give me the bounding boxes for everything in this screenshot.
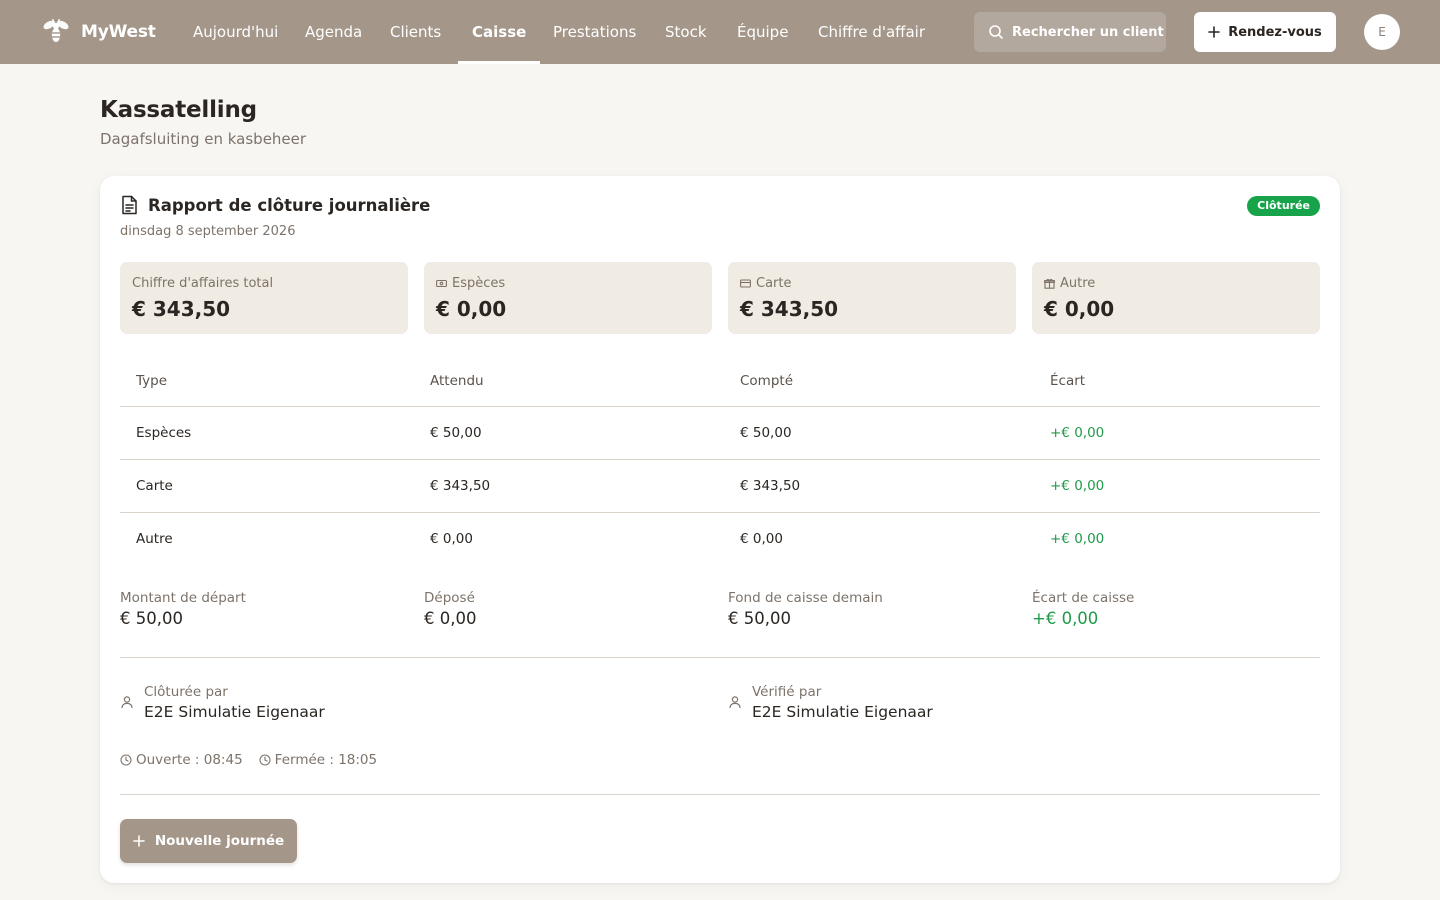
page-subtitle: Dagafsluiting en kasbeheer — [100, 130, 307, 148]
stat-value: € 0,00 — [1044, 297, 1115, 321]
table-row: Espèces € 50,00 € 50,00 +€ 0,00 — [120, 407, 1320, 460]
stat-label: Espèces — [452, 276, 506, 291]
divider — [120, 657, 1320, 658]
nav-item-caisse[interactable]: Caisse — [457, 0, 541, 64]
cell-counted: € 50,00 — [740, 425, 792, 441]
payment-reconciliation-table: Type Attendu Compté Écart Espèces € 50,0… — [120, 356, 1320, 566]
column-header-type: Type — [136, 373, 168, 389]
closed-time: Fermée : 18:05 — [259, 752, 377, 768]
opened-time: Ouverte : 08:45 — [120, 752, 243, 768]
cell-type: Autre — [136, 531, 173, 547]
gift-icon — [1044, 278, 1055, 289]
stat-value: € 343,50 — [740, 297, 839, 321]
stat-label: Chiffre d'affaires total — [132, 276, 274, 291]
summary-label: Déposé — [424, 590, 475, 606]
stat-label: Carte — [756, 276, 792, 291]
summary-label: Écart de caisse — [1032, 590, 1135, 606]
app-logo[interactable]: MyWest — [40, 14, 156, 50]
stat-other: Autre € 0,00 — [1032, 262, 1320, 334]
bee-logo-icon — [43, 18, 69, 42]
divider — [120, 794, 1320, 795]
table-row: Autre € 0,00 € 0,00 +€ 0,00 — [120, 513, 1320, 566]
summary-value: € 50,00 — [120, 609, 183, 628]
status-badge: Clôturée — [1247, 196, 1320, 216]
opening-closing-times: Ouverte : 08:45 Fermée : 18:05 — [120, 752, 377, 768]
stat-card: Carte € 343,50 — [728, 262, 1016, 334]
closed-by: Clôturée par E2E Simulatie Eigenaar — [120, 684, 325, 721]
search-label: Rechercher un client — [1012, 24, 1164, 40]
cash-icon — [436, 279, 447, 288]
summary-label: Montant de départ — [120, 590, 246, 606]
cell-difference: +€ 0,00 — [1050, 425, 1105, 441]
stat-cash: Espèces € 0,00 — [424, 262, 712, 334]
summary-starting-amount: Montant de départ € 50,00 — [120, 590, 246, 628]
user-icon — [729, 696, 741, 709]
stat-value: € 343,50 — [132, 297, 231, 321]
closed-by-name: E2E Simulatie Eigenaar — [144, 703, 325, 721]
report-date: dinsdag 8 september 2026 — [120, 224, 296, 239]
cell-type: Carte — [136, 478, 173, 494]
cell-expected: € 0,00 — [430, 531, 473, 547]
report-header: Rapport de clôture journalière — [120, 195, 430, 215]
cell-difference: +€ 0,00 — [1050, 531, 1105, 547]
top-navigation-bar: MyWest Aujourd'hui Agenda Clients Caisse… — [0, 0, 1440, 64]
stat-value: € 0,00 — [436, 297, 507, 321]
column-header-counted: Compté — [740, 373, 794, 389]
summary-label: Fond de caisse demain — [728, 590, 883, 606]
cell-expected: € 343,50 — [430, 478, 491, 494]
verified-by-label: Vérifié par — [752, 684, 822, 700]
cell-expected: € 50,00 — [430, 425, 482, 441]
closed-time-label: Fermée : 18:05 — [274, 752, 378, 768]
nav-item-agenda[interactable]: Agenda — [305, 0, 362, 64]
closed-by-label: Clôturée par — [144, 684, 228, 700]
summary-deposited: Déposé € 0,00 — [424, 590, 476, 628]
nav-item-equipe[interactable]: Équipe — [737, 0, 788, 64]
report-title: Rapport de clôture journalière — [148, 195, 431, 215]
summary-value: € 50,00 — [728, 609, 791, 628]
summary-value: +€ 0,00 — [1032, 609, 1099, 628]
nav-item-clients[interactable]: Clients — [390, 0, 441, 64]
nav-item-aujourdhui[interactable]: Aujourd'hui — [193, 0, 278, 64]
nav-item-chiffre-daffaires[interactable]: Chiffre d'affair — [818, 0, 925, 64]
user-icon — [121, 696, 133, 709]
stat-total-revenue: Chiffre d'affaires total € 343,50 — [120, 262, 408, 334]
new-appointment-label: Rendez-vous — [1228, 24, 1322, 40]
card-icon — [740, 279, 751, 288]
new-appointment-button[interactable]: Rendez-vous — [1194, 12, 1336, 52]
summary-cash-difference: Écart de caisse +€ 0,00 — [1032, 590, 1134, 628]
clock-icon — [120, 754, 132, 766]
clock-icon — [259, 754, 271, 766]
opened-time-label: Ouverte : 08:45 — [136, 752, 243, 768]
column-header-difference: Écart — [1050, 373, 1086, 389]
cell-counted: € 343,50 — [740, 478, 801, 494]
search-icon — [989, 25, 1003, 39]
table-header-row: Type Attendu Compté Écart — [120, 356, 1320, 407]
page-title: Kassatelling — [100, 97, 257, 123]
nav-item-prestations[interactable]: Prestations — [553, 0, 636, 64]
plus-icon — [1208, 26, 1221, 38]
cell-type: Espèces — [136, 425, 192, 441]
daily-closing-report-card: Rapport de clôture journalière dinsdag 8… — [100, 176, 1340, 883]
verified-by: Vérifié par E2E Simulatie Eigenaar — [728, 684, 933, 721]
cell-difference: +€ 0,00 — [1050, 478, 1105, 494]
app-name: MyWest — [81, 22, 156, 42]
user-avatar[interactable]: E — [1364, 14, 1400, 50]
summary-float-tomorrow: Fond de caisse demain € 50,00 — [728, 590, 883, 628]
client-search-button[interactable]: Rechercher un client — [974, 12, 1166, 52]
cell-counted: € 0,00 — [740, 531, 783, 547]
new-day-label: Nouvelle journée — [154, 833, 285, 849]
column-header-expected: Attendu — [430, 373, 484, 389]
plus-icon — [133, 835, 145, 847]
nav-item-stock[interactable]: Stock — [665, 0, 707, 64]
table-row: Carte € 343,50 € 343,50 +€ 0,00 — [120, 460, 1320, 513]
verified-by-name: E2E Simulatie Eigenaar — [752, 703, 933, 721]
stat-label: Autre — [1060, 276, 1096, 291]
new-day-button[interactable]: Nouvelle journée — [120, 819, 297, 863]
document-icon — [122, 195, 137, 215]
summary-value: € 0,00 — [424, 609, 477, 628]
